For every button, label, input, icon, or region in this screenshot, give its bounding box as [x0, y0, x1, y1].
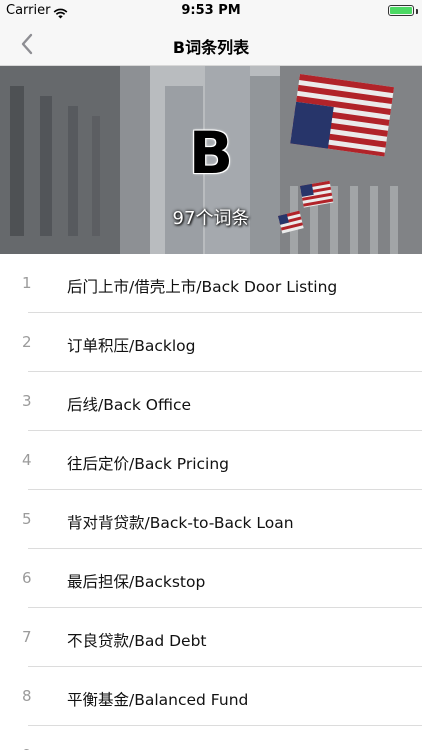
list-item-index: 6 — [22, 569, 32, 587]
list-item-index: 8 — [22, 687, 32, 705]
list-item[interactable]: 6 最后担保/Backstop — [0, 549, 422, 608]
list-item-index: 9 — [22, 746, 32, 750]
list-item-index: 1 — [22, 274, 32, 292]
status-bar: Carrier 9:53 PM — [0, 0, 422, 22]
list-item-index: 4 — [22, 451, 32, 469]
list-item-label: 后线/Back Office — [67, 396, 192, 414]
list-item-label: 不良贷款/Bad Debt — [67, 632, 207, 650]
list-item-label: 后门上市/借壳上市/Back Door Listing — [67, 278, 338, 296]
term-count: 97个词条 — [172, 208, 250, 229]
list-item[interactable]: 7 不良贷款/Bad Debt — [0, 608, 422, 667]
list-item-label: 最后担保/Backstop — [67, 573, 206, 591]
battery-tip — [416, 9, 418, 14]
list-item-label: 订单积压/Backlog — [67, 337, 196, 355]
list-item-label: 平衡基金/Balanced Fund — [67, 691, 249, 709]
battery-level-fill — [390, 7, 412, 14]
page-title: B词条列表 — [172, 38, 250, 57]
status-time: 9:53 PM — [181, 3, 241, 18]
term-list: 1 后门上市/借壳上市/Back Door Listing 2 订单积压/Bac… — [0, 254, 422, 750]
list-item[interactable]: 2 订单积压/Backlog — [0, 313, 422, 372]
list-item-index: 2 — [22, 333, 32, 351]
list-item-index: 3 — [22, 392, 32, 410]
hero-banner: B 97个词条 — [0, 66, 422, 254]
list-item[interactable]: 1 后门上市/借壳上市/Back Door Listing — [0, 254, 422, 313]
list-item[interactable]: 3 后线/Back Office — [0, 372, 422, 431]
list-item-label: 背对背贷款/Back-to-Back Loan — [67, 514, 294, 532]
battery-icon — [388, 5, 414, 16]
navigation-bar: B词条列表 — [0, 22, 422, 66]
list-item[interactable]: 9 — [0, 726, 422, 750]
screen: Carrier 9:53 PM B词条列表 B 97个词条 1 后门上市/借壳上… — [0, 0, 422, 750]
list-item[interactable]: 5 背对背贷款/Back-to-Back Loan — [0, 490, 422, 549]
list-item[interactable]: 4 往后定价/Back Pricing — [0, 431, 422, 490]
list-item-index: 7 — [22, 628, 32, 646]
list-item-label: 往后定价/Back Pricing — [67, 455, 230, 473]
list-item[interactable]: 8 平衡基金/Balanced Fund — [0, 667, 422, 726]
list-item-index: 5 — [22, 510, 32, 528]
hero-letter: B — [188, 119, 234, 187]
